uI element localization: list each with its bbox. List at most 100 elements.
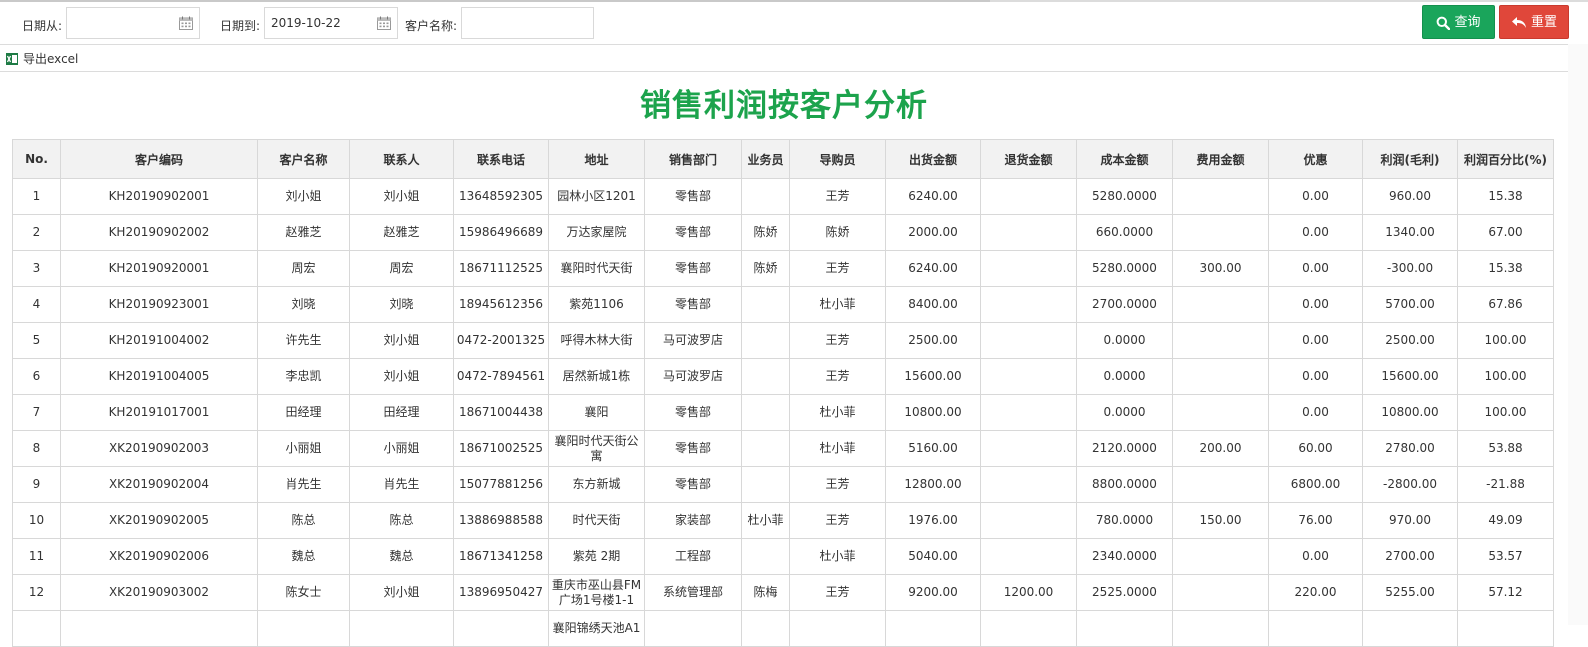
- table-cell: 7: [12, 394, 61, 431]
- table-row[interactable]: 12 XK20190903002 陈女士 刘小姐 13896950427 重庆市巫山县FM…: [12, 574, 1554, 611]
- customer-name-input[interactable]: [461, 7, 594, 39]
- table-cell: [1362, 610, 1458, 647]
- table-cell: 660.0000: [1076, 214, 1173, 251]
- table-cell: 49.09: [1457, 502, 1554, 539]
- table-cell: 11: [12, 538, 61, 575]
- table-cell: 150.00: [1172, 502, 1269, 539]
- table-cell: 陈娇: [741, 250, 790, 287]
- table-cell: 0.00: [1268, 214, 1363, 251]
- search-icon: [1437, 16, 1451, 30]
- table-row[interactable]: 8 XK20190902003 小丽姐 小丽姐 18671002525 襄阳时代天街公寓零…: [12, 430, 1554, 467]
- table-cell: 赵雅芝: [349, 214, 454, 251]
- table-cell: 周宏: [349, 250, 454, 287]
- table-cell: [1172, 322, 1269, 359]
- column-header: 联系电话: [453, 139, 549, 179]
- table-cell: 15077881256: [453, 466, 549, 503]
- date-to-input[interactable]: 2019-10-22: [264, 7, 398, 39]
- toolbar: 导出excel: [0, 45, 1568, 72]
- table-cell: 67.86: [1457, 286, 1554, 323]
- table-cell: XK20190902005: [60, 502, 258, 539]
- table-cell: 0.00: [1268, 358, 1363, 395]
- table-cell: [980, 322, 1077, 359]
- column-header: 业务员: [741, 139, 790, 179]
- table-cell: [980, 466, 1077, 503]
- table-cell: KH20190920001: [60, 250, 258, 287]
- table-row[interactable]: 襄阳锦绣天池A1: [12, 610, 1554, 647]
- table-cell: [741, 322, 790, 359]
- table-cell: [741, 466, 790, 503]
- table-row[interactable]: 9 XK20190902004 肖先生 肖先生 15077881256 东方新城 零售部 王芳…: [12, 466, 1554, 503]
- table-cell: 5040.00: [885, 538, 981, 575]
- table-cell: 8: [12, 430, 61, 467]
- table-cell: 18671004438: [453, 394, 549, 431]
- table-cell: 15986496689: [453, 214, 549, 251]
- table-row[interactable]: 10 XK20190902005 陈总 陈总 13886988588 时代天街 家装部 杜小菲…: [12, 502, 1554, 539]
- table-cell: [980, 250, 1077, 287]
- table-row[interactable]: 1 KH20190902001 刘小姐 刘小姐 13648592305 园林小区1201 零…: [12, 178, 1554, 215]
- table-cell: [1172, 358, 1269, 395]
- date-to-value: 2019-10-22: [271, 16, 341, 30]
- table-cell: 5: [12, 322, 61, 359]
- table-cell: 9: [12, 466, 61, 503]
- table-cell: 0.00: [1268, 394, 1363, 431]
- table-cell: 刘晓: [349, 286, 454, 323]
- table-cell: 100.00: [1457, 358, 1554, 395]
- table-cell: 呼得木林大街: [548, 322, 645, 359]
- table-row[interactable]: 4 KH20190923001 刘晓 刘晓 18945612356 紫苑1106 零售部 杜小…: [12, 286, 1554, 323]
- table-cell: [644, 610, 742, 647]
- export-excel-button[interactable]: 导出excel: [6, 50, 78, 67]
- table-cell: 220.00: [1268, 574, 1363, 611]
- table-cell: 陈总: [349, 502, 454, 539]
- table-cell: 2780.00: [1362, 430, 1458, 467]
- table-cell: 2000.00: [885, 214, 981, 251]
- vertical-scrollbar[interactable]: [1568, 44, 1588, 625]
- reset-button[interactable]: 重置: [1499, 5, 1569, 39]
- calendar-icon[interactable]: [377, 16, 391, 30]
- table-cell: [1172, 178, 1269, 215]
- table-cell: [789, 610, 886, 647]
- table-row[interactable]: 3 KH20190920001 周宏 周宏 18671112525 襄阳时代天街 零售部 陈娇…: [12, 250, 1554, 287]
- table-cell: 王芳: [789, 178, 886, 215]
- table-cell: [1172, 286, 1269, 323]
- table-cell: 杜小菲: [789, 394, 886, 431]
- table-cell: 2340.0000: [1076, 538, 1173, 575]
- table-cell: [1172, 574, 1269, 611]
- table-cell: 0472-2001325: [453, 322, 549, 359]
- column-header: 费用金额: [1172, 139, 1269, 179]
- column-header: 导购员: [789, 139, 886, 179]
- date-from-input[interactable]: [66, 7, 200, 39]
- table-cell: -300.00: [1362, 250, 1458, 287]
- table-cell: 60.00: [1268, 430, 1363, 467]
- table-cell: [980, 286, 1077, 323]
- table-header-row: No. 客户编码 客户名称 联系人 联系电话 地址 销售部门 业务员 导购员 出货金额 退货金额 成本…: [12, 139, 1554, 179]
- table-cell: 陈总: [257, 502, 350, 539]
- table-cell: 53.88: [1457, 430, 1554, 467]
- table-cell: [60, 610, 258, 647]
- table-cell: 东方新城: [548, 466, 645, 503]
- table-cell: 杜小菲: [741, 502, 790, 539]
- table-cell: 10: [12, 502, 61, 539]
- table-row[interactable]: 2 KH20190902002 赵雅芝 赵雅芝 15986496689 万达家屋院 零售部陈…: [12, 214, 1554, 251]
- table-cell: 魏总: [257, 538, 350, 575]
- table-cell: 300.00: [1172, 250, 1269, 287]
- table-cell: 12800.00: [885, 466, 981, 503]
- table-cell: [1268, 610, 1363, 647]
- table-cell: 10800.00: [885, 394, 981, 431]
- table-row[interactable]: 5 KH20191004002 许先生 刘小姐 0472-2001325 呼得木林大街 马可…: [12, 322, 1554, 359]
- calendar-icon[interactable]: [179, 16, 193, 30]
- table-row[interactable]: 11 XK20190902006 魏总 魏总 18671341258 紫苑 2期 工程部 杜小…: [12, 538, 1554, 575]
- table-cell: [741, 286, 790, 323]
- table-cell: 8800.0000: [1076, 466, 1173, 503]
- search-button[interactable]: 查询: [1422, 5, 1495, 39]
- table-cell: [980, 394, 1077, 431]
- table-row[interactable]: 7 KH20191017001 田经理 田经理 18671004438 襄阳 零售部 杜小菲 1…: [12, 394, 1554, 431]
- table-row[interactable]: 6 KH20191004005 李忠凯 刘小姐 0472-7894561 居然新城1栋 马可…: [12, 358, 1554, 395]
- filter-bar: 日期从: 日期到: 2019-10-22 客户名称: 查询 重置: [0, 3, 1569, 45]
- table-cell: 0.00: [1268, 538, 1363, 575]
- table-cell: 零售部: [644, 214, 742, 251]
- table-cell: 6800.00: [1268, 466, 1363, 503]
- table-cell: 田经理: [349, 394, 454, 431]
- table-cell: [1172, 538, 1269, 575]
- date-to-label: 日期到:: [220, 19, 261, 33]
- table-cell: 5280.0000: [1076, 178, 1173, 215]
